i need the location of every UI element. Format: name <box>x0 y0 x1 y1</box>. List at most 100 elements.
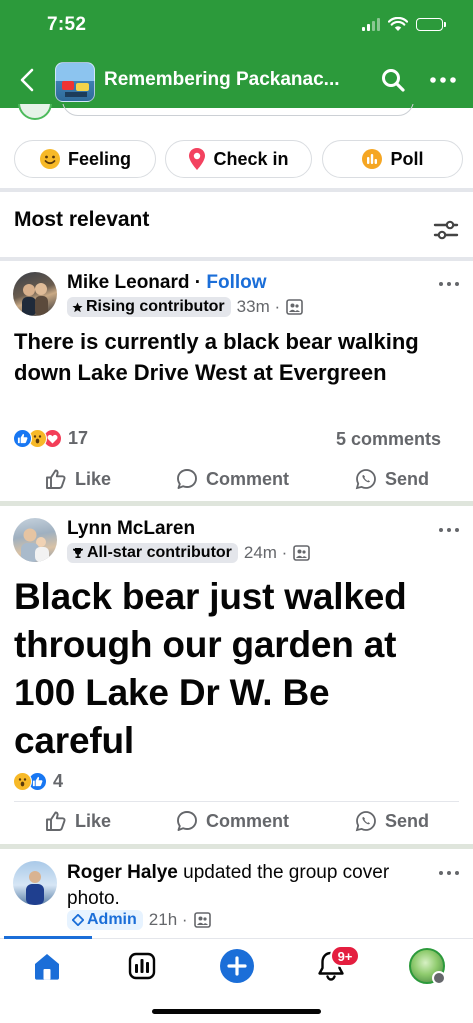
badge-label: Admin <box>87 911 137 928</box>
status-icons <box>362 17 446 32</box>
send-button[interactable]: Send <box>355 468 429 490</box>
location-pin-icon <box>189 148 206 170</box>
whatsapp-icon <box>355 811 376 832</box>
post-time[interactable]: 33m · <box>237 297 280 317</box>
post-meta: All-star contributor 24m · <box>67 543 311 563</box>
status-bar: 7:52 <box>0 0 473 52</box>
author-name[interactable]: Mike Leonard <box>67 272 189 293</box>
sort-label[interactable]: Most relevant <box>14 208 149 232</box>
check-in-button[interactable]: Check in <box>165 140 312 178</box>
reactions-summary[interactable]: 17 <box>13 428 88 449</box>
create-icon[interactable] <box>219 948 255 984</box>
post-time[interactable]: 24m · <box>244 543 287 563</box>
admin-diamond-icon <box>72 914 84 926</box>
whatsapp-icon <box>355 469 376 490</box>
status-time: 7:52 <box>47 14 87 35</box>
like-reaction-icon <box>13 429 32 448</box>
section-divider <box>0 188 473 192</box>
composer-input[interactable] <box>62 104 414 116</box>
group-thumbnail[interactable] <box>55 62 95 102</box>
back-arrow-icon[interactable] <box>16 65 40 95</box>
composer-avatar[interactable] <box>18 104 52 120</box>
poll-icon <box>362 149 383 169</box>
avatar-photo <box>21 528 49 562</box>
menu-dot-icon <box>432 971 446 985</box>
comment-button[interactable]: Comment <box>176 468 289 490</box>
author-name[interactable]: Roger Halye <box>67 862 178 883</box>
post-author-row: Mike Leonard · Follow <box>67 272 267 294</box>
group-members-icon <box>293 545 311 561</box>
post-actions: Like Comment Send <box>0 801 473 841</box>
wifi-icon <box>388 17 408 31</box>
reactions-count: 17 <box>68 428 89 448</box>
comment-label: Comment <box>206 810 290 831</box>
send-label: Send <box>385 810 430 831</box>
author-name[interactable]: Lynn McLaren <box>67 518 195 539</box>
status-badge[interactable]: All-star contributor <box>67 543 238 563</box>
battery-icon <box>416 18 446 31</box>
comment-icon <box>177 469 197 489</box>
search-icon[interactable] <box>380 67 406 93</box>
post-more-icon[interactable] <box>438 868 460 878</box>
star-icon <box>72 301 83 312</box>
comment-icon <box>177 811 197 831</box>
send-button[interactable]: Send <box>355 810 429 832</box>
send-label: Send <box>385 468 430 489</box>
home-icon[interactable] <box>29 948 65 984</box>
like-label: Like <box>75 468 112 489</box>
feeds-icon[interactable] <box>124 948 160 984</box>
poll-button[interactable]: Poll <box>322 140 463 178</box>
like-icon <box>46 469 66 489</box>
smiley-icon <box>39 149 60 169</box>
post-author-row: Roger Halye updated the group cover phot… <box>67 860 427 912</box>
post-meta: Rising contributor 33m · <box>67 297 303 317</box>
feeling-label: Feeling <box>67 148 131 169</box>
avatar-photo <box>26 871 44 905</box>
post-time[interactable]: 21h · <box>149 910 188 930</box>
avatar[interactable] <box>13 518 57 562</box>
admin-badge[interactable]: Admin <box>67 910 143 930</box>
poll-label: Poll <box>390 148 424 169</box>
profile-icon[interactable] <box>409 948 446 985</box>
post-more-icon[interactable] <box>438 279 460 289</box>
comment-label: Comment <box>206 468 290 489</box>
trophy-icon <box>73 548 83 558</box>
group-members-icon <box>286 299 303 315</box>
avatar[interactable] <box>13 861 57 905</box>
filter-settings-icon[interactable] <box>432 218 460 242</box>
group-members-icon <box>193 912 211 928</box>
post-author-row: Lynn McLaren <box>67 518 195 540</box>
badge-label: All-star contributor <box>87 544 232 561</box>
reactions-summary[interactable]: 4 <box>13 771 63 792</box>
post-actions: Like Comment Send <box>0 459 473 499</box>
follow-button[interactable]: Follow <box>206 272 266 293</box>
wow-reaction-icon <box>13 772 32 791</box>
group-title[interactable]: Remembering Packanac... <box>104 69 340 91</box>
post-options-row: Feeling Check in Poll <box>0 140 473 180</box>
section-divider <box>0 257 473 261</box>
reactions-count: 4 <box>53 771 64 791</box>
group-header: Remembering Packanac... <box>0 56 473 104</box>
comments-count[interactable]: 5 comments <box>336 429 441 450</box>
top-bar: 7:52 Remembering Packanac... <box>0 0 473 108</box>
more-options-icon[interactable] <box>428 67 458 93</box>
post-text: There is currently a black bear walking … <box>14 329 419 385</box>
active-tab-indicator <box>4 936 92 939</box>
comment-button[interactable]: Comment <box>176 810 289 832</box>
like-button[interactable]: Like <box>45 468 111 490</box>
cellular-signal-icon <box>362 18 380 31</box>
like-icon <box>46 811 66 831</box>
like-label: Like <box>75 810 112 831</box>
avatar[interactable] <box>13 272 57 316</box>
post-more-icon[interactable] <box>438 525 460 535</box>
like-button[interactable]: Like <box>45 810 111 832</box>
home-indicator <box>152 1009 321 1014</box>
badge-label: Rising contributor <box>86 298 225 315</box>
post-divider <box>0 844 473 849</box>
post-divider <box>0 501 473 506</box>
status-badge[interactable]: Rising contributor <box>67 297 231 317</box>
avatar-photo <box>22 283 48 316</box>
feeling-button[interactable]: Feeling <box>14 140 156 178</box>
post-meta: Admin 21h · <box>67 910 211 930</box>
notification-badge: 9+ <box>330 945 360 967</box>
